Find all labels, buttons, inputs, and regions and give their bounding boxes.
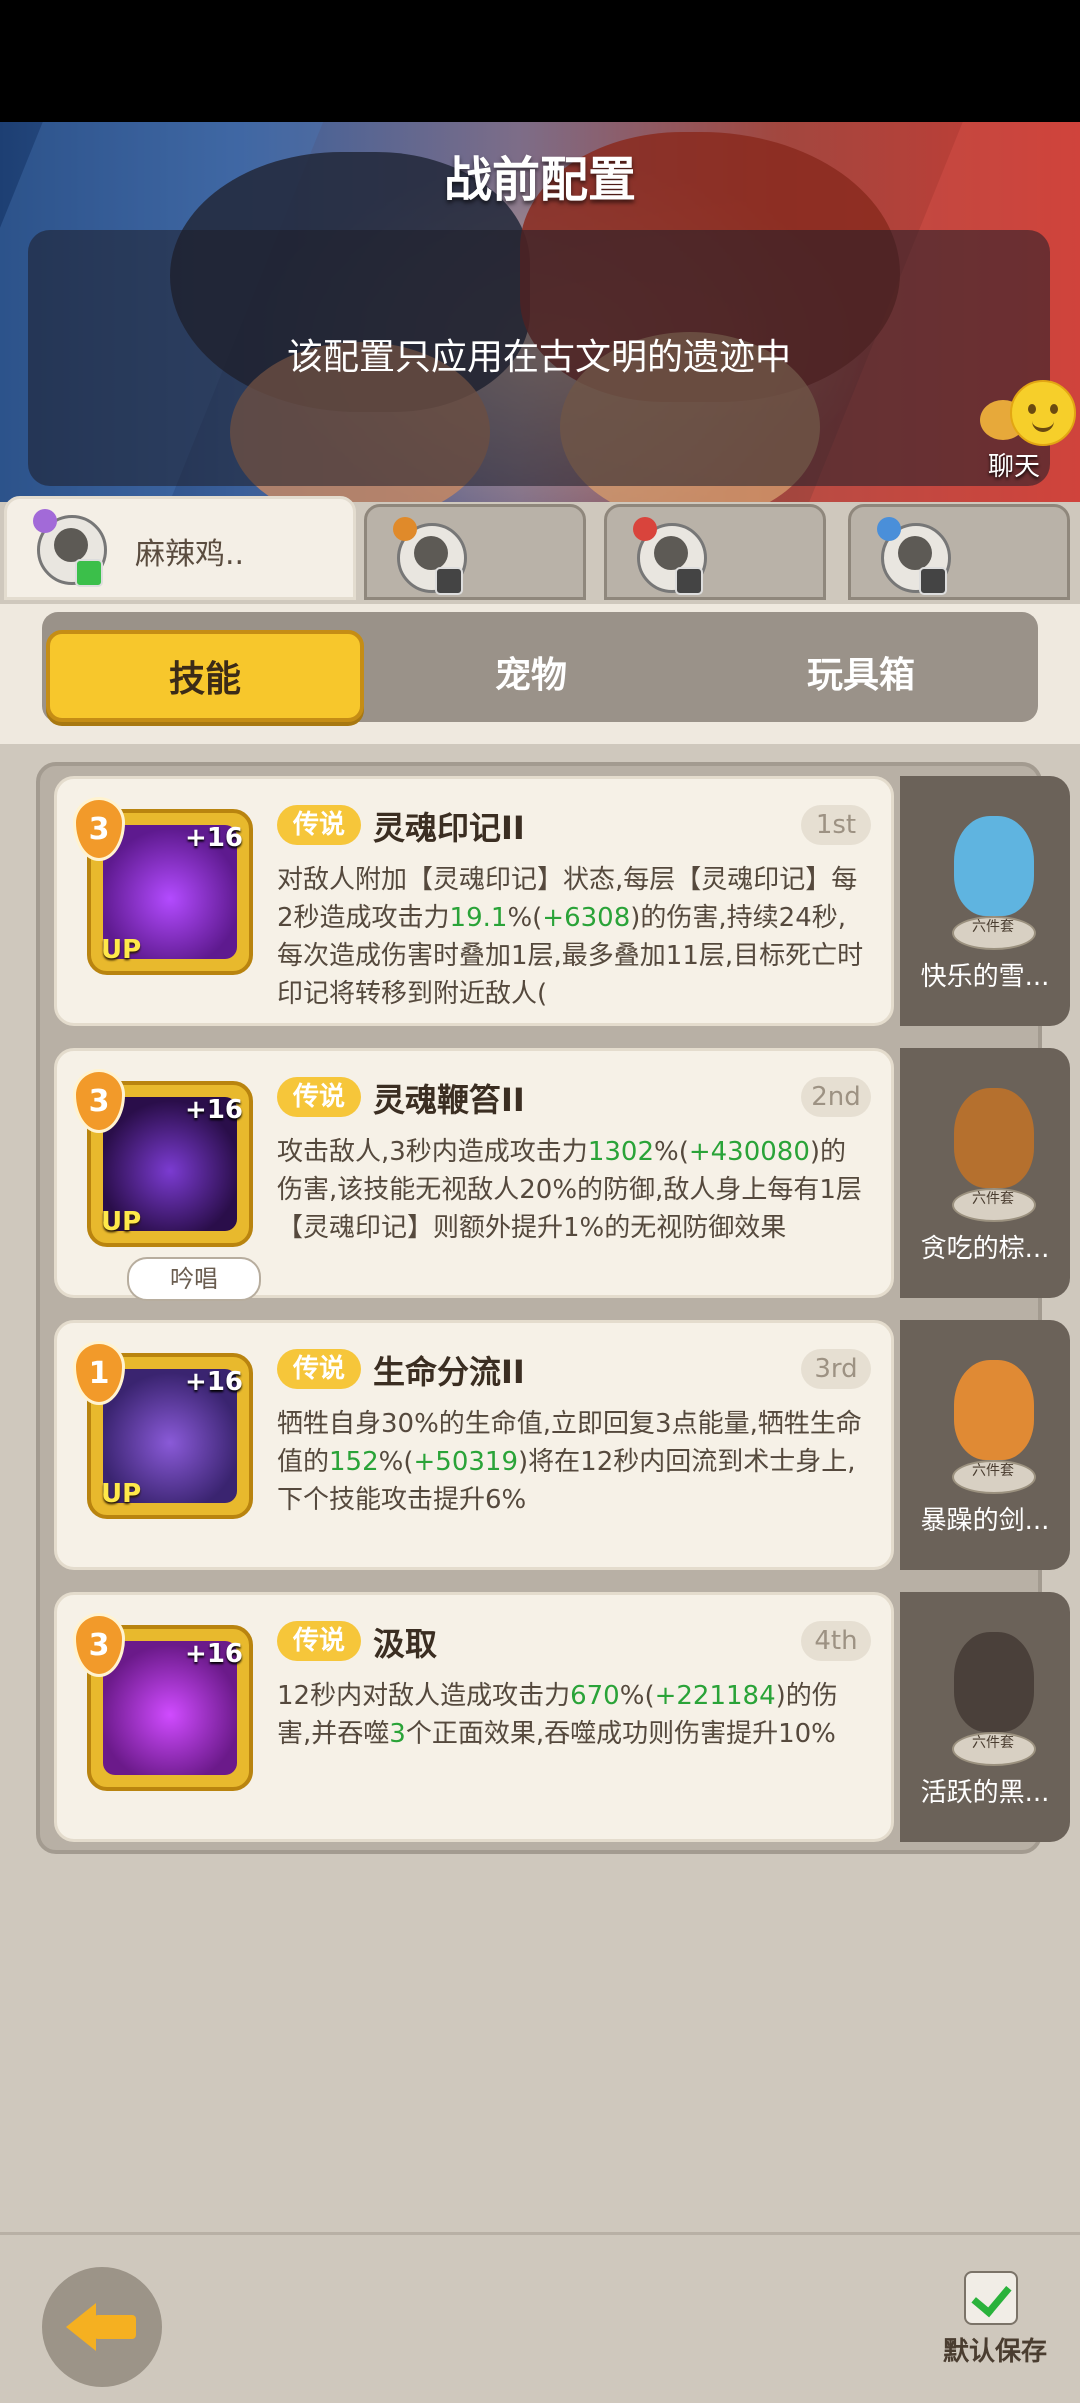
highlight-value: +221184 [654, 1681, 776, 1711]
character-tab[interactable] [848, 504, 1070, 600]
skill-rank: 1st [801, 805, 871, 845]
skill-rank: 3rd [801, 1349, 871, 1389]
skill-up-badge: UP [101, 1207, 142, 1237]
element-icon [393, 517, 417, 541]
default-save-label: 默认保存 [942, 2337, 1047, 2367]
rarity-tag: 传说 [277, 1077, 361, 1117]
skill-up-badge: UP [101, 1479, 142, 1509]
notice-box: 该配置只应用在古文明的遗迹中 [28, 230, 1050, 486]
tab-skills[interactable]: 技能 [46, 630, 364, 722]
character-name: 麻辣鸡.. [135, 537, 245, 572]
description-text: %( [619, 1681, 655, 1711]
character-tab[interactable] [364, 504, 586, 600]
description-text: 12秒内对敌人造成攻击力 [277, 1681, 571, 1711]
description-text: %( [378, 1447, 414, 1477]
character-tabs: 麻辣鸡.. [0, 496, 1080, 604]
skill-rank: 4th [801, 1621, 871, 1661]
category-tab-bar: 技能 宠物 玩具箱 [42, 612, 1038, 722]
category-panel: 技能 宠物 玩具箱 [0, 604, 1080, 744]
default-save-button[interactable]: 默认保存 [930, 2271, 1060, 2381]
description-text: %( [507, 903, 543, 933]
skill-card[interactable]: 3 +16 传说 汲取 4th 12秒内对敌人造成攻击力670%(+221184)的伤害,… [54, 1592, 894, 1842]
skill-card[interactable]: 3 +16 UP 传说 灵魂印记II 1st 对敌人附加【灵魂印记】状态,每层【灵魂印记】每… [54, 776, 894, 1026]
element-icon [877, 517, 901, 541]
skill-icon-frame[interactable]: 3 +16 [73, 1613, 253, 1791]
rarity-tag: 传说 [277, 805, 361, 845]
pet-name: 暴躁的剑... [920, 1506, 1050, 1536]
character-tab[interactable] [604, 504, 826, 600]
highlight-value: +6308 [542, 903, 631, 933]
tab-pets[interactable]: 宠物 [372, 630, 690, 722]
mini-icon [75, 559, 103, 587]
bottom-bar: 默认保存 [0, 2232, 1080, 2403]
pet-set-label: 六件套 [972, 1735, 1014, 1751]
highlight-value: 152 [329, 1447, 379, 1477]
skill-list: 3 +16 UP 传说 灵魂印记II 1st 对敌人附加【灵魂印记】状态,每层【灵魂印记】每… [36, 762, 1070, 1854]
back-arrow-icon [66, 2303, 96, 2351]
skill-plus-level: +16 [185, 1367, 243, 1397]
skill-rank: 2nd [801, 1077, 871, 1117]
highlight-value: +430080 [688, 1137, 810, 1167]
skill-card[interactable]: 1 +16 UP 传说 生命分流II 3rd 牺牲自身30%的生命值,立即回复3点能量,牺牲… [54, 1320, 894, 1570]
rarity-tag: 传说 [277, 1621, 361, 1661]
skill-description: 对敌人附加【灵魂印记】状态,每层【灵魂印记】每2秒造成攻击力19.1%(+630… [277, 861, 867, 1013]
highlight-value: 19.1 [449, 903, 508, 933]
pet-card[interactable]: 六件套快乐的雪... [900, 776, 1070, 1026]
element-icon [33, 509, 57, 533]
pet-card[interactable]: 六件套活跃的黑... [900, 1592, 1070, 1842]
checkbox-checked-icon[interactable] [964, 2271, 1018, 2325]
description-text: 攻击敌人,3秒内造成攻击力 [277, 1137, 588, 1167]
element-icon [633, 517, 657, 541]
smiley-icon [1010, 380, 1076, 446]
skill-name: 灵魂鞭笞II [373, 1081, 525, 1119]
status-bar [0, 0, 1080, 122]
back-arrow-tail [94, 2315, 136, 2339]
pet-name: 快乐的雪... [920, 962, 1050, 992]
highlight-value: 670 [570, 1681, 620, 1711]
skill-name: 汲取 [373, 1625, 438, 1663]
skill-name: 生命分流II [373, 1353, 525, 1391]
skill-plus-level: +16 [185, 823, 243, 853]
page-title: 战前配置 [443, 152, 636, 208]
character-tab[interactable]: 麻辣鸡.. [4, 496, 356, 600]
rarity-tag: 传说 [277, 1349, 361, 1389]
pet-image [954, 1360, 1034, 1460]
pet-image [954, 816, 1034, 916]
skill-name: 灵魂印记II [373, 809, 525, 847]
mini-icon [919, 567, 947, 595]
skill-plus-level: +16 [185, 1095, 243, 1125]
pet-card[interactable]: 六件套贪吃的棕... [900, 1048, 1070, 1298]
pet-name: 贪吃的棕... [920, 1234, 1050, 1264]
skill-plus-level: +16 [185, 1639, 243, 1669]
skill-description: 牺牲自身30%的生命值,立即回复3点能量,牺牲生命值的152%(+50319)将… [277, 1405, 867, 1519]
skill-icon-frame[interactable]: 3 +16 UP [73, 797, 253, 975]
back-button[interactable] [42, 2267, 162, 2387]
description-text: 个正面效果,吞噬成功则伤害提升10% [405, 1719, 836, 1749]
pet-image [954, 1632, 1034, 1732]
pet-set-label: 六件套 [972, 1463, 1014, 1479]
highlight-value: +50319 [413, 1447, 519, 1477]
skill-up-badge: UP [101, 935, 142, 965]
pet-set-label: 六件套 [972, 1191, 1014, 1207]
pet-image [954, 1088, 1034, 1188]
skill-icon-frame[interactable]: 1 +16 UP [73, 1341, 253, 1519]
mini-icon [435, 567, 463, 595]
skill-description: 12秒内对敌人造成攻击力670%(+221184)的伤害,并吞噬3个正面效果,吞… [277, 1677, 867, 1753]
skill-description: 攻击敌人,3秒内造成攻击力1302%(+430080)的伤害,该技能无视敌人20… [277, 1133, 867, 1247]
description-text: %( [653, 1137, 689, 1167]
highlight-value: 3 [389, 1719, 406, 1749]
chat-label: 聊天 [988, 452, 1041, 482]
notice-text: 该配置只应用在古文明的遗迹中 [286, 337, 791, 378]
skill-card[interactable]: 3 +16 UP 吟唱 传说 灵魂鞭笞II 2nd 攻击敌人,3秒内造成攻击力1302%(+4… [54, 1048, 894, 1301]
chat-button[interactable]: 聊天 [970, 380, 1076, 490]
highlight-value: 1302 [587, 1137, 654, 1167]
mini-icon [675, 567, 703, 595]
skill-icon-frame[interactable]: 3 +16 UP [73, 1069, 253, 1247]
tab-toybox[interactable]: 玩具箱 [702, 630, 1020, 722]
pet-card[interactable]: 六件套暴躁的剑... [900, 1320, 1070, 1570]
pet-name: 活跃的黑... [920, 1778, 1050, 1808]
chant-badge: 吟唱 [127, 1257, 261, 1301]
pet-set-label: 六件套 [972, 919, 1014, 935]
